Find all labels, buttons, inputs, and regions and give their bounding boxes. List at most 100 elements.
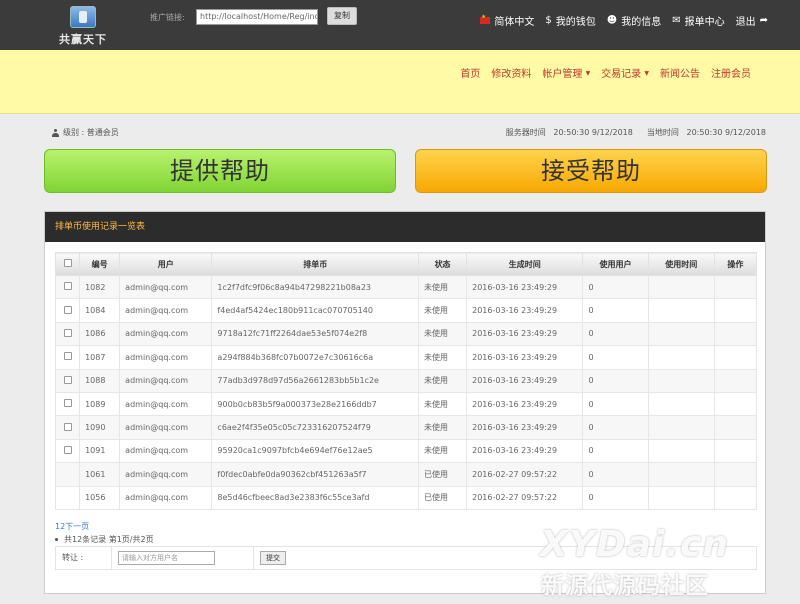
row-checkbox[interactable] — [63, 328, 72, 337]
logo-icon — [70, 6, 96, 28]
nav-register-member[interactable]: 注册会员 — [711, 65, 751, 80]
row-status: 未使用 — [417, 368, 468, 393]
row-id: 1082 — [79, 274, 121, 300]
coin-records-table: 编号 用户 排单币 状态 生成时间 使用用户 使用时间 操作 1082 admin… — [54, 252, 758, 510]
row-status: 已使用 — [417, 485, 468, 510]
row-id: 1086 — [79, 321, 121, 347]
server-time: 服务器时间 20:50:30 9/12/2018 — [506, 127, 633, 138]
caret-down-icon: ▼ — [644, 70, 649, 77]
col-actions: 操作 — [713, 252, 758, 276]
table-row: 1082 admin@qq.com 1c2f7dfc9f06c8a94b472982… — [54, 274, 758, 300]
row-user: admin@qq.com — [119, 321, 213, 347]
table-row: 1084 admin@qq.com f4ed4af5424ec180b911cac0… — [54, 298, 758, 323]
col-used-time: 使用时间 — [647, 252, 715, 276]
language-link[interactable]: 简体中文 — [480, 13, 534, 28]
transfer-username-input[interactable]: 请输入对方用户名 — [118, 551, 215, 565]
nav-news[interactable]: 新闻公告 — [660, 65, 700, 80]
row-select-cell — [54, 368, 81, 393]
row-used-time — [647, 321, 715, 347]
row-used-time — [647, 368, 715, 393]
row-used-time — [647, 485, 715, 510]
row-user: admin@qq.com — [119, 438, 213, 464]
site-logo[interactable]: 共赢天下 — [52, 6, 114, 46]
col-created: 生成时间 — [466, 252, 584, 276]
row-checkbox[interactable] — [63, 282, 72, 291]
row-id: 1091 — [79, 438, 121, 464]
my-info-link[interactable]: ☻ 我的信息 — [607, 13, 661, 28]
row-checkbox[interactable] — [63, 375, 72, 384]
row-checkbox[interactable] — [63, 399, 72, 408]
nav-home[interactable]: 首页 — [460, 65, 480, 80]
top-bar: 共赢天下 推广链接: http://localhost/Home/Reg/ind… — [0, 0, 800, 50]
nav-edit-profile[interactable]: 修改资料 — [491, 65, 531, 80]
row-id: 1056 — [79, 485, 121, 510]
row-actions — [713, 438, 758, 464]
logo-text: 共赢天下 — [59, 33, 107, 46]
share-arrow-icon: ➦ — [759, 15, 768, 26]
bullet-icon — [55, 538, 58, 541]
row-used-by: 0 — [582, 415, 649, 440]
envelope-icon: ✉ — [672, 15, 681, 26]
row-status: 未使用 — [417, 274, 468, 300]
row-used-by: 0 — [582, 345, 649, 370]
row-created: 2016-03-16 23:49:29 — [466, 415, 584, 440]
wallet-label: 我的钱包 — [555, 17, 596, 28]
col-coin: 排单币 — [211, 252, 419, 276]
copy-button[interactable]: 复制 — [327, 7, 357, 25]
row-id: 1061 — [79, 462, 121, 487]
row-used-time — [647, 298, 715, 323]
submit-button[interactable]: 提交 — [260, 551, 286, 565]
row-status: 已使用 — [417, 462, 468, 487]
row-created: 2016-03-16 23:49:29 — [466, 438, 584, 464]
row-actions — [713, 391, 758, 417]
row-actions — [713, 462, 758, 487]
user-icon: ☻ — [606, 15, 618, 26]
accept-help-button[interactable]: 接受帮助 — [415, 149, 767, 193]
row-checkbox[interactable] — [63, 305, 72, 314]
watermark-domain: XYDai.cn — [540, 524, 729, 565]
col-status: 状态 — [417, 252, 468, 276]
table-row: 1061 admin@qq.com f0fdec0abfe0da90362cbf45… — [54, 462, 758, 487]
row-actions — [713, 345, 758, 370]
col-used-by: 使用用户 — [582, 252, 649, 276]
watermark-text: 新源代源码社区 — [541, 573, 709, 599]
table-row: 1090 admin@qq.com c6ae2f4f35e05c05c7233162… — [54, 415, 758, 440]
row-user: admin@qq.com — [119, 462, 213, 487]
row-select-cell — [54, 485, 81, 510]
row-checkbox[interactable] — [63, 352, 72, 361]
wallet-link[interactable]: $ 我的钱包 — [545, 13, 595, 28]
nav-transactions[interactable]: 交易记录 ▼ — [601, 65, 649, 80]
row-actions — [713, 274, 758, 300]
row-status: 未使用 — [417, 438, 468, 464]
language-label: 简体中文 — [494, 17, 535, 28]
row-checkbox[interactable] — [63, 422, 72, 431]
select-all-checkbox[interactable] — [63, 259, 72, 267]
row-checkbox[interactable] — [63, 445, 72, 454]
record-summary: 共12条记录 第1页/共2页 — [55, 534, 154, 545]
next-page-link[interactable]: 12下一页 — [55, 521, 89, 532]
row-user: admin@qq.com — [119, 298, 213, 323]
server-time-label: 服务器时间 — [505, 128, 546, 137]
row-select-cell — [54, 391, 81, 417]
promo-link-field[interactable]: http://localhost/Home/Reg/index/u — [196, 9, 318, 25]
row-actions — [713, 321, 758, 347]
dollar-icon: $ — [545, 15, 552, 26]
row-id: 1090 — [79, 415, 121, 440]
row-actions — [713, 485, 758, 510]
row-used-time — [647, 438, 715, 464]
row-used-by: 0 — [582, 274, 649, 300]
panel-title: 排单币使用记录一览表 — [45, 212, 765, 242]
row-used-by: 0 — [582, 462, 649, 487]
select-all-cell — [54, 252, 81, 276]
table-row: 1086 admin@qq.com 9718a12fc71ff2264dae53e5… — [54, 321, 758, 347]
table-row: 1091 admin@qq.com 95920ca1c9097bfcb4e694ef… — [54, 438, 758, 464]
china-flag-icon — [480, 14, 491, 24]
promo-link-label: 推广链接: — [150, 13, 185, 22]
order-center-link[interactable]: ✉ 报单中心 — [672, 13, 724, 28]
logout-label: 退出 — [735, 17, 756, 28]
logout-link[interactable]: 退出 ➦ — [736, 13, 768, 28]
row-select-cell — [54, 438, 81, 464]
provide-help-button[interactable]: 提供帮助 — [44, 149, 396, 193]
row-used-time — [647, 345, 715, 370]
nav-account-management[interactable]: 帐户管理 ▼ — [542, 65, 590, 80]
